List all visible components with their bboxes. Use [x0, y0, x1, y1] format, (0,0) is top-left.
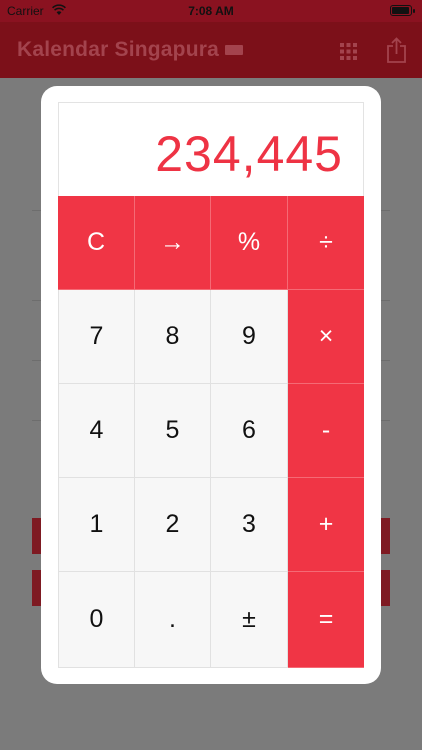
subtract-key[interactable]: -	[288, 384, 364, 478]
app-title: Kalendar Singapura	[17, 38, 243, 62]
grid-icon[interactable]	[340, 43, 357, 60]
digit-0-key[interactable]: 0	[58, 572, 135, 668]
clock: 7:08 AM	[188, 4, 234, 18]
digit-2-key[interactable]: 2	[135, 478, 211, 572]
sign-toggle-key[interactable]: ±	[211, 572, 288, 668]
digit-7-key[interactable]: 7	[58, 290, 135, 384]
equals-key[interactable]: =	[288, 572, 364, 668]
flag-icon	[224, 45, 243, 56]
digit-6-key[interactable]: 6	[211, 384, 288, 478]
digit-8-key[interactable]: 8	[135, 290, 211, 384]
display-value: 234,445	[155, 126, 343, 182]
digit-4-key[interactable]: 4	[58, 384, 135, 478]
digit-5-key[interactable]: 5	[135, 384, 211, 478]
status-bar: Carrier 7:08 AM	[0, 0, 422, 22]
multiply-key[interactable]: ×	[288, 290, 364, 384]
clear-key[interactable]: C	[58, 196, 135, 290]
background-button	[380, 570, 390, 606]
digit-9-key[interactable]: 9	[211, 290, 288, 384]
decimal-key[interactable]: .	[135, 572, 211, 668]
add-key[interactable]: +	[288, 478, 364, 572]
keypad: C →% ÷ 7 8 9 × 4 5 6- 1 2 3 +0. ± =	[58, 196, 364, 668]
battery-icon	[390, 5, 415, 16]
digit-1-key[interactable]: 1	[58, 478, 135, 572]
navigation-bar: Kalendar Singapura	[0, 22, 422, 78]
calculator-display: 234,445	[58, 102, 364, 196]
percent-key[interactable]: %	[211, 196, 288, 290]
digit-3-key[interactable]: 3	[211, 478, 288, 572]
background-button	[380, 518, 390, 554]
backspace-key[interactable]: →	[135, 196, 211, 290]
share-icon[interactable]	[386, 37, 407, 63]
calculator-modal: 234,445 C →% ÷ 7 8 9 × 4 5 6- 1 2 3 +0. ± =	[41, 86, 381, 684]
divide-key[interactable]: ÷	[288, 196, 364, 290]
